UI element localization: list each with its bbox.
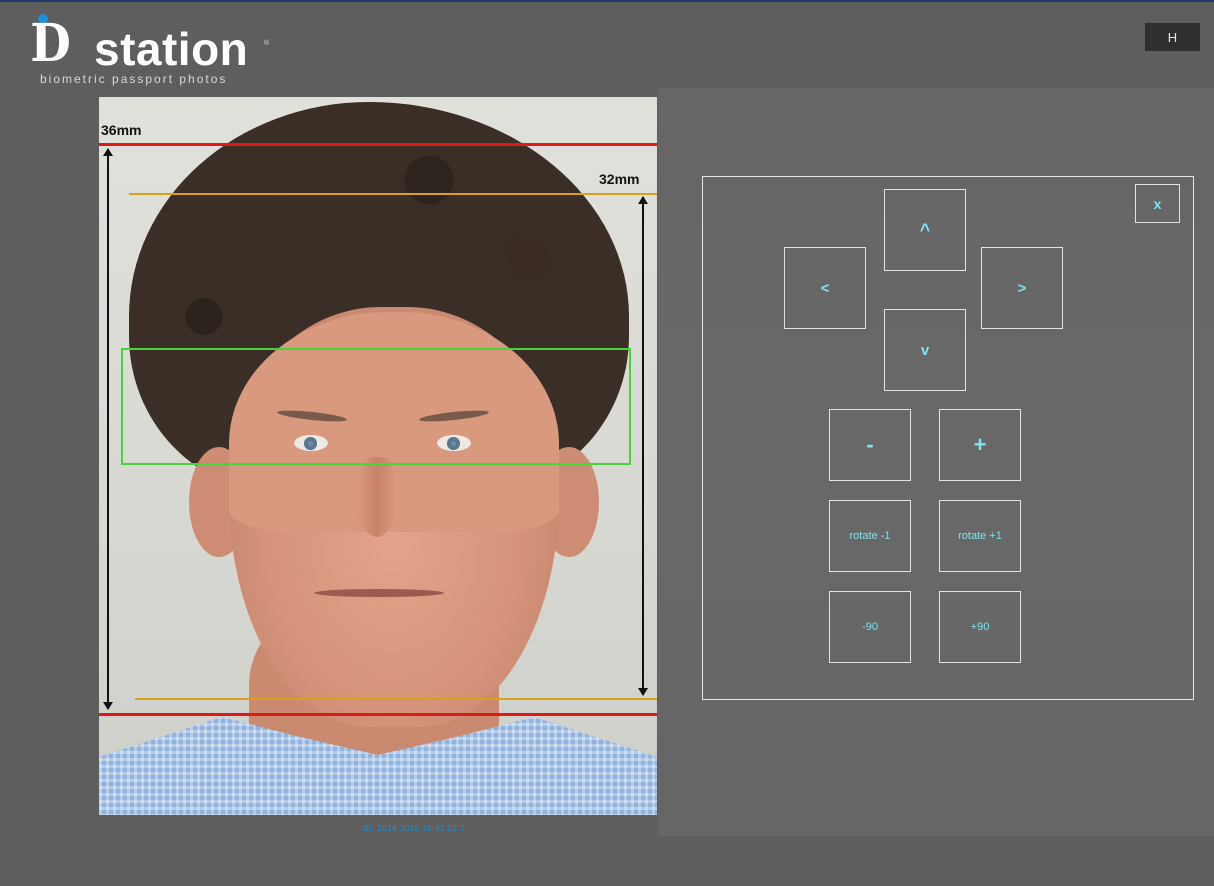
logo-trademark: ® bbox=[264, 40, 270, 47]
rotate-minus-1-button[interactable]: rotate -1 bbox=[829, 500, 911, 572]
h-button[interactable]: H bbox=[1145, 23, 1200, 51]
move-up-button[interactable]: ^ bbox=[884, 189, 966, 271]
inner-top-guide-line bbox=[129, 193, 657, 195]
close-button[interactable]: x bbox=[1135, 184, 1180, 223]
photo-timestamp: ID: 2016 2015 16:47:52.7 bbox=[363, 824, 466, 833]
rotate-minus-90-button[interactable]: -90 bbox=[829, 591, 911, 663]
crown-guide-line bbox=[99, 143, 657, 146]
move-right-button[interactable]: > bbox=[981, 247, 1063, 329]
adjust-control-panel: x ^ < > v - + rotate -1 rotate +1 -90 +9… bbox=[702, 176, 1194, 700]
move-left-button[interactable]: < bbox=[784, 247, 866, 329]
rotate-plus-1-button[interactable]: rotate +1 bbox=[939, 500, 1021, 572]
subject-nose bbox=[357, 457, 397, 537]
eye-zone-box bbox=[121, 348, 631, 465]
outer-height-label: 36mm bbox=[101, 122, 142, 138]
logo-wordmark: station bbox=[94, 23, 249, 75]
inner-bottom-guide-line bbox=[135, 698, 657, 700]
passport-photo: 36mm 32mm bbox=[99, 97, 657, 815]
rotate-plus-90-button[interactable]: +90 bbox=[939, 591, 1021, 663]
inner-height-label: 32mm bbox=[599, 171, 640, 187]
move-down-button[interactable]: v bbox=[884, 309, 966, 391]
inner-height-arrow bbox=[638, 196, 648, 696]
zoom-in-button[interactable]: + bbox=[939, 409, 1021, 481]
outer-height-arrow bbox=[103, 148, 113, 710]
logo-tagline: biometric passport photos bbox=[40, 72, 228, 86]
chin-guide-line bbox=[99, 713, 657, 716]
logo-d-letter: D bbox=[30, 13, 71, 74]
subject-mouth bbox=[314, 589, 444, 597]
zoom-out-button[interactable]: - bbox=[829, 409, 911, 481]
idstation-logo: D station ® biometric passport photos bbox=[24, 12, 284, 88]
